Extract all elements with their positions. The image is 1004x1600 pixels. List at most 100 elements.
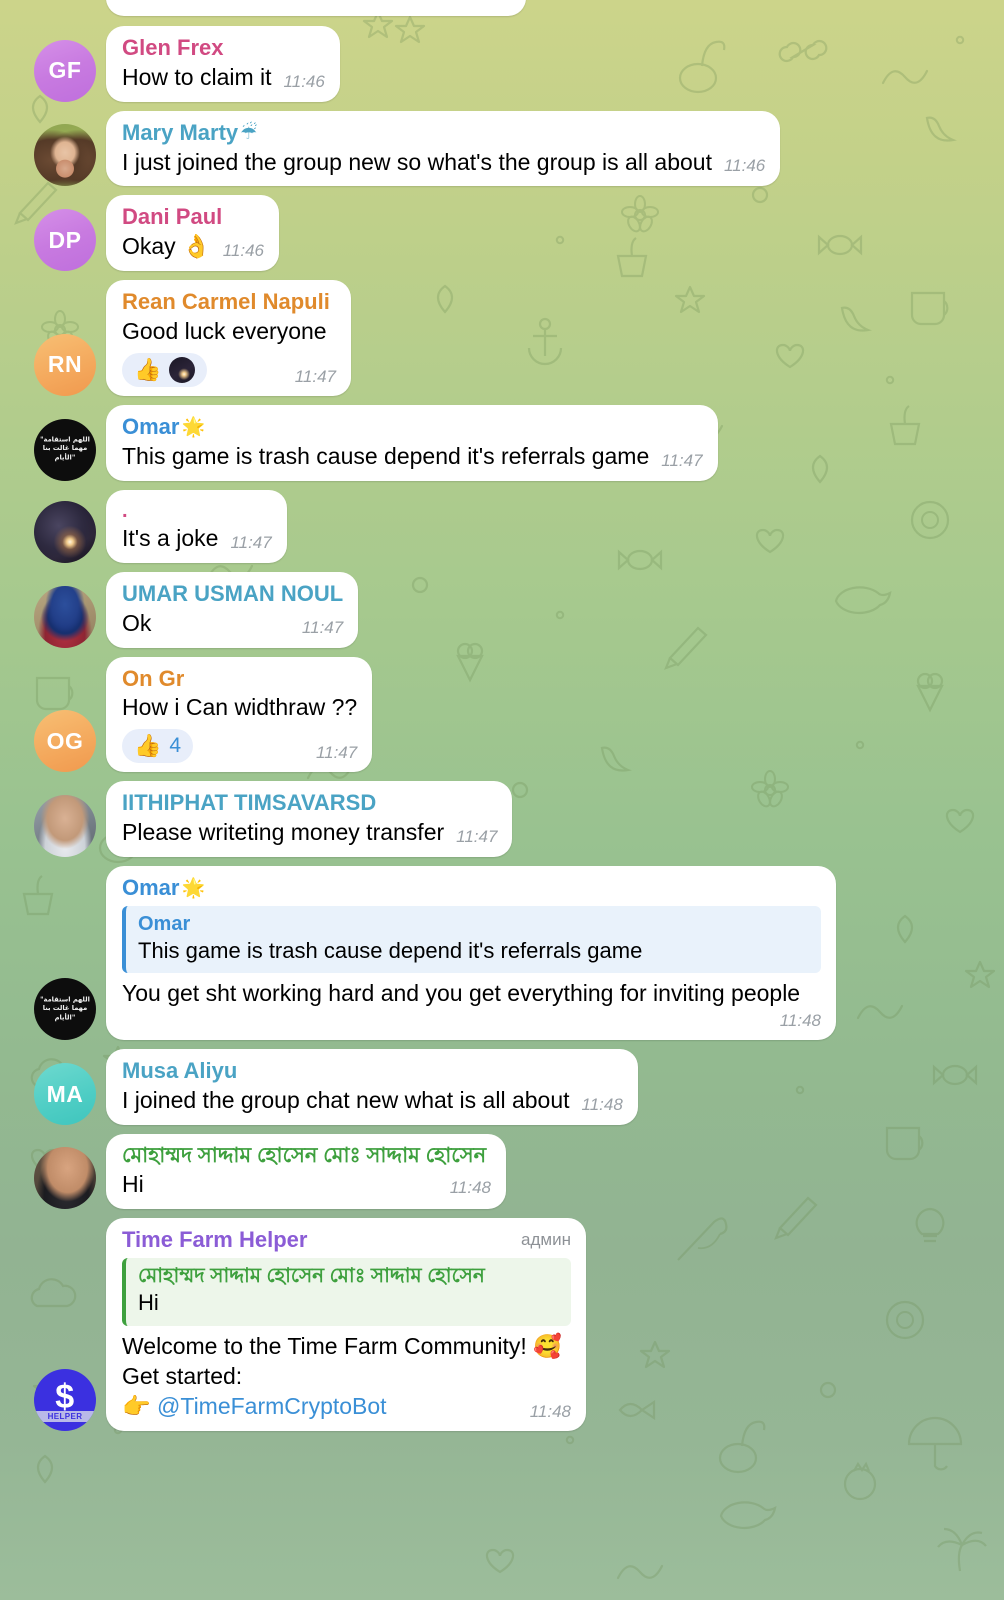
message-row[interactable]: Mary Marty ☔ I just joined the group new… xyxy=(0,110,1004,187)
message-sender[interactable]: Glen Frex xyxy=(122,35,325,62)
message-sender[interactable]: Dani Paul xyxy=(122,204,264,231)
message-bubble[interactable]: On Gr How i Can widthraw ?? 👍 4 11:47 xyxy=(106,656,373,773)
message-row[interactable]: RN Rean Carmel Napuli Good luck everyone… xyxy=(0,280,1004,396)
sender-name: Omar xyxy=(122,413,180,439)
message-bubble[interactable]: মোহাম্মদ সাদ্দাম হোসেন মোঃ সাদ্দাম হোসেন… xyxy=(106,1134,506,1209)
message-bubble[interactable]: Musa Aliyu I joined the group chat new w… xyxy=(106,1049,638,1126)
avatar[interactable]: DP xyxy=(34,209,96,272)
message-row[interactable]: $ HELPER Time Farm Helper админ মোহাম্মদ… xyxy=(0,1217,1004,1431)
message-sender[interactable]: Rean Carmel Napuli xyxy=(122,289,336,316)
thumbs-up-icon: 👍 xyxy=(134,733,162,759)
reply-quote[interactable]: মোহাম্মদ সাদ্দাম হোসেন মোঃ সাদ্দাম হোসেন… xyxy=(122,1258,571,1326)
sender-name: Omar xyxy=(122,875,180,901)
reaction-thumbs-up[interactable]: 👍 4 xyxy=(122,729,194,764)
message-bubble[interactable]: Time Farm Helper админ মোহাম্মদ সাদ্দাম … xyxy=(106,1217,586,1431)
reactions-bar[interactable]: 👍 xyxy=(122,352,208,387)
message-body: How to claim it 11:46 xyxy=(122,63,325,93)
avatar-initials: $ xyxy=(55,1377,75,1416)
message-bubble[interactable]: Rean Carmel Napuli Good luck everyone 👍 … xyxy=(106,280,351,396)
sender-name: UMAR USMAN NOUL xyxy=(122,580,344,606)
message-bubble[interactable]: UMAR USMAN NOUL Ok 11:47 xyxy=(106,571,359,648)
reply-quote[interactable]: Omar This game is trash cause depend it'… xyxy=(122,905,821,974)
message-row[interactable]: IITHIPHAT TIMSAVARSD Please writeting mo… xyxy=(0,781,1004,858)
message-time: 11:46 xyxy=(283,71,325,91)
bot-mention-link[interactable]: @TimeFarmCryptoBot xyxy=(157,1393,387,1419)
avatar[interactable]: "اللهم استقامة مهما غالت بنا الأيام" xyxy=(34,418,96,481)
message-time: 11:46 xyxy=(222,241,264,261)
reaction-count: 4 xyxy=(169,734,182,758)
message-time: 11:47 xyxy=(661,450,703,470)
message-body: Hi 11:48 xyxy=(122,1170,491,1200)
message-bubble[interactable]: Dani Paul Okay 👌 11:46 xyxy=(106,195,279,272)
message-time: 11:48 xyxy=(779,1011,821,1031)
message-list[interactable]: GF Glen Frex How to claim it 11:46 Mary … xyxy=(0,0,1004,1600)
message-row[interactable]: মোহাম্মদ সাদ্দাম হোসেন মোঃ সাদ্দাম হোসেন… xyxy=(0,1134,1004,1209)
avatar[interactable]: RN xyxy=(34,333,96,396)
message-sender[interactable]: Omar 🌟 xyxy=(122,875,821,902)
message-time: 11:48 xyxy=(581,1094,623,1114)
sender-name: Mary Marty xyxy=(122,119,239,145)
bubble-footer: 👍 4 11:47 xyxy=(122,723,358,764)
avatar[interactable] xyxy=(34,500,96,563)
message-text: It's a joke xyxy=(122,524,219,551)
verified-badge-icon: 🌟 xyxy=(181,416,206,438)
message-row[interactable]: OG On Gr How i Can widthraw ?? 👍 4 11:47 xyxy=(0,656,1004,773)
message-row[interactable]: GF Glen Frex How to claim it 11:46 xyxy=(0,26,1004,102)
message-row[interactable]: UMAR USMAN NOUL Ok 11:47 xyxy=(0,571,1004,648)
chat-screen: GF Glen Frex How to claim it 11:46 Mary … xyxy=(0,0,1004,1600)
avatar[interactable]: MA xyxy=(34,1063,96,1126)
message-row[interactable]: "اللهم استقامة مهما غالت بنا الأيام" Oma… xyxy=(0,866,1004,1041)
message-row-partial[interactable] xyxy=(0,0,1004,16)
message-time: 11:47 xyxy=(456,826,498,846)
message-text: Ok xyxy=(122,609,152,636)
sender-name: Musa Aliyu xyxy=(122,1058,238,1084)
message-time: 11:47 xyxy=(315,743,358,763)
message-body: Okay 👌 11:46 xyxy=(122,232,264,262)
sender-name: Time Farm Helper xyxy=(122,1226,308,1252)
avatar[interactable] xyxy=(34,585,96,648)
message-sender[interactable]: Musa Aliyu xyxy=(122,1058,623,1085)
avatar[interactable] xyxy=(34,1146,96,1209)
admin-badge: админ xyxy=(521,1230,571,1250)
avatar[interactable]: GF xyxy=(34,39,96,102)
message-body: Please writeting money transfer 11:47 xyxy=(122,818,497,848)
message-time: 11:47 xyxy=(294,366,336,386)
message-text-line-3: 👉 @TimeFarmCryptoBot xyxy=(122,1392,387,1422)
message-body: It's a joke 11:47 xyxy=(122,524,272,554)
message-sender[interactable]: . xyxy=(122,499,272,523)
message-sender[interactable]: UMAR USMAN NOUL xyxy=(122,581,343,608)
message-bubble[interactable]: . It's a joke 11:47 xyxy=(106,489,287,563)
reactions-bar[interactable]: 👍 4 xyxy=(122,729,194,764)
avatar[interactable]: "اللهم استقامة مهما غالت بنا الأيام" xyxy=(34,978,96,1041)
reaction-thumbs-up[interactable]: 👍 xyxy=(122,352,208,387)
message-sender[interactable]: Omar 🌟 xyxy=(122,414,703,441)
message-body: I just joined the group new so what's th… xyxy=(122,148,765,178)
message-row[interactable]: "اللهم استقامة مهما غالت بنا الأيام" Oma… xyxy=(0,404,1004,481)
avatar[interactable] xyxy=(34,124,96,187)
avatar[interactable]: OG xyxy=(34,710,96,773)
message-text-line-2: Get started: xyxy=(122,1362,243,1389)
message-text-line-1: Welcome to the Time Farm Community! 🥰 xyxy=(122,1332,562,1359)
message-sender[interactable]: Mary Marty ☔ xyxy=(122,120,765,147)
reply-quote-text: Hi xyxy=(138,1290,159,1316)
message-sender[interactable]: মোহাম্মদ সাদ্দাম হোসেন মোঃ সাদ্দাম হোসেন xyxy=(122,1143,491,1169)
avatar[interactable] xyxy=(34,795,96,858)
sender-name: Dani Paul xyxy=(122,204,223,230)
avatar-initials: RN xyxy=(47,351,83,378)
message-sender[interactable]: IITHIPHAT TIMSAVARSD xyxy=(122,790,497,817)
message-bubble[interactable]: Omar 🌟 This game is trash cause depend i… xyxy=(106,404,718,481)
message-text: Good luck everyone xyxy=(122,317,327,344)
message-sender[interactable]: Time Farm Helper админ xyxy=(122,1227,571,1255)
message-time: 11:48 xyxy=(449,1178,491,1198)
message-row[interactable]: DP Dani Paul Okay 👌 11:46 xyxy=(0,195,1004,272)
message-bubble[interactable]: IITHIPHAT TIMSAVARSD Please writeting mo… xyxy=(106,781,513,858)
message-sender[interactable]: On Gr xyxy=(122,666,357,693)
message-row[interactable]: MA Musa Aliyu I joined the group chat ne… xyxy=(0,1049,1004,1126)
message-text: Okay 👌 xyxy=(122,233,211,260)
message-bubble[interactable]: Omar 🌟 Omar This game is trash cause dep… xyxy=(106,866,836,1041)
avatar[interactable]: $ HELPER xyxy=(34,1368,96,1431)
message-bubble[interactable] xyxy=(106,0,526,16)
message-bubble[interactable]: Mary Marty ☔ I just joined the group new… xyxy=(106,110,781,187)
message-bubble[interactable]: Glen Frex How to claim it 11:46 xyxy=(106,26,340,102)
message-row[interactable]: . It's a joke 11:47 xyxy=(0,489,1004,563)
